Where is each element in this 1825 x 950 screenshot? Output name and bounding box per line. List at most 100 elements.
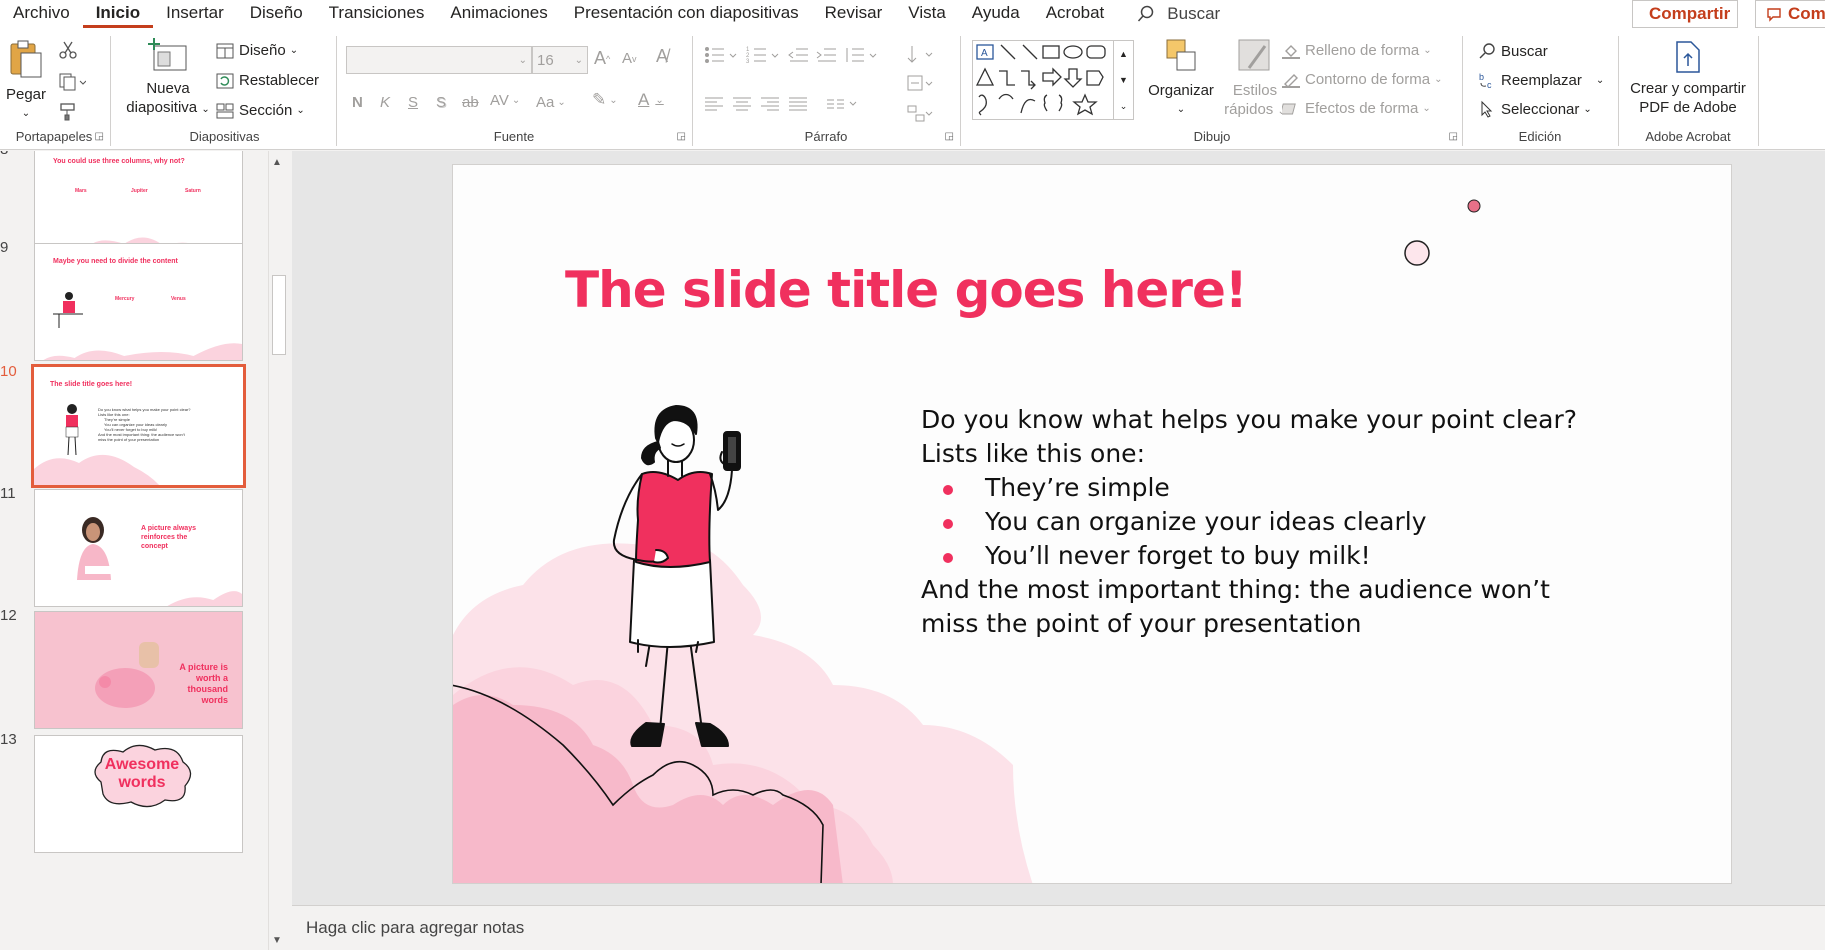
slide-thumbnail-10[interactable]: The slide title goes here! Do you know w… [31,364,246,488]
thumb-number: 13 [0,731,17,748]
drawing-group: A ▲▼⌄ Organizar ⌄ Estilos rápidos ⌄ [962,34,1462,146]
menu-file[interactable]: Archivo [0,0,83,28]
layout-icon [216,43,234,58]
font-size-select[interactable]: 16 ⌄ [532,46,588,74]
menu-view[interactable]: Vista [895,0,959,28]
slide-thumbnail-11[interactable]: A picture always reinforces the concept [34,489,243,607]
shrink-font-icon[interactable]: Av [622,50,637,67]
select-button[interactable]: Seleccionar ⌄ [1478,100,1592,118]
share-label: Compartir [1649,4,1731,23]
gallery-scroll[interactable]: ▲ ▼ ⌄ [1113,41,1133,119]
line-spacing-icon[interactable] [844,46,880,64]
arrange-label: Organizar [1148,82,1214,99]
align-center-icon[interactable] [732,96,752,112]
paste-button[interactable]: Pegar ⌄ [4,38,48,123]
copy-icon[interactable] [58,72,86,92]
align-left-icon[interactable] [704,96,724,112]
underline-button[interactable]: S [408,94,418,111]
shape-outline-button[interactable]: Contorno de forma ⌄ [1282,71,1442,88]
shape-fill-button[interactable]: Relleno de forma ⌄ [1282,42,1432,59]
paragraph-group: 123 Párrafo ◲ [694,34,958,146]
create-pdf-button[interactable]: Crear y compartir PDF de Adobe [1620,40,1756,117]
menu-bar: Archivo Inicio Insertar Diseño Transicio… [0,0,1825,28]
strikethrough-button[interactable]: ab [462,94,479,111]
font-color-icon[interactable]: A ⌄ [638,90,664,110]
font-label: Fuente [493,129,535,144]
char-spacing-button[interactable]: AV ⌄ [490,92,520,109]
align-text-icon[interactable] [906,74,936,94]
thumbnail-scrollbar[interactable]: ▲ ▼ [268,151,288,950]
acrobat-label: Adobe Acrobat [1645,129,1731,144]
text-direction-icon[interactable] [906,44,936,66]
font-name-select[interactable]: ⌄ [346,46,532,74]
find-button[interactable]: Buscar [1478,42,1548,60]
dialog-launcher-icon[interactable]: ◲ [95,131,104,142]
slide-canvas[interactable]: The slide title goes here! Do you know w… [452,164,1732,884]
decrease-indent-icon[interactable] [788,46,810,64]
slide-thumbnail-8[interactable]: You could use three columns, why not? Ma… [34,151,243,257]
columns-icon[interactable] [826,96,862,112]
numbering-icon[interactable]: 123 [746,46,782,64]
menu-transitions[interactable]: Transiciones [316,0,438,28]
cut-icon[interactable] [58,40,78,60]
menu-acrobat[interactable]: Acrobat [1033,0,1118,28]
scroll-thumb[interactable] [272,275,286,355]
thumb-title: A picture is worth a thousand words [179,662,228,706]
smartart-icon[interactable] [906,104,936,124]
find-label: Buscar [1501,42,1548,60]
dialog-launcher-icon[interactable]: ◲ [945,131,954,142]
thumbnail-pane: 8 You could use three columns, why not? … [0,151,290,950]
grow-font-icon[interactable]: A ^ [594,48,610,69]
bullets-icon[interactable] [704,46,740,64]
scroll-down-icon[interactable]: ▼ [272,935,282,946]
quick-styles-button[interactable]: Estilos rápidos ⌄ [1220,38,1290,121]
thumb-title-line: concept [141,543,168,550]
new-slide-button[interactable]: Nueva diapositiva ⌄ [118,38,218,119]
shadow-button[interactable]: S [436,94,446,111]
clear-format-icon[interactable]: A̸ [656,46,668,67]
layout-button[interactable]: Diseño ⌄ [216,42,298,59]
thumb-title: Maybe you need to divide the content [53,258,178,265]
effects-icon [1282,103,1296,114]
increase-indent-icon[interactable] [816,46,838,64]
menu-help[interactable]: Ayuda [959,0,1033,28]
dialog-launcher-icon[interactable]: ◲ [1449,131,1458,142]
pen-icon [1282,73,1300,88]
menu-design[interactable]: Diseño [237,0,316,28]
notes-pane[interactable]: Haga clic para agregar notas [292,905,1825,950]
slide-title[interactable]: The slide title goes here! [565,261,1248,319]
format-painter-icon[interactable] [58,102,78,122]
menu-insert[interactable]: Insertar [153,0,237,28]
chevron-down-icon: ⌄ [1595,74,1605,86]
slide-body[interactable]: Do you know what helps you make your poi… [921,403,1641,641]
thumb-number: 12 [0,607,17,624]
dialog-launcher-icon[interactable]: ◲ [677,131,686,142]
thumb-title: A picture always reinforces the concept [141,524,196,551]
replace-button[interactable]: bc Reemplazar ⌄ [1478,71,1605,90]
menu-review[interactable]: Revisar [812,0,896,28]
comments-button[interactable]: Comentarios [1755,0,1825,28]
menu-search[interactable]: Buscar [1137,4,1220,24]
reset-button[interactable]: Restablecer [216,72,319,89]
shapes-gallery[interactable]: A ▲ ▼ ⌄ [972,40,1134,120]
shape-effects-button[interactable]: Efectos de forma ⌄ [1282,100,1431,117]
justify-icon[interactable] [788,96,808,112]
menu-slideshow[interactable]: Presentación con diapositivas [561,0,812,28]
cloud-decoration [167,591,242,606]
slide-thumbnail-12[interactable]: A picture is worth a thousand words [34,611,243,729]
slide-thumbnail-9[interactable]: Maybe you need to divide the content Mer… [34,243,243,361]
change-case-button[interactable]: Aa ⌄ [536,94,566,111]
bold-button[interactable]: N [352,94,363,111]
slide-thumbnail-13[interactable]: Awesome words [34,735,243,853]
menu-animations[interactable]: Animaciones [437,0,560,28]
align-right-icon[interactable] [760,96,780,112]
share-button[interactable]: Compartir [1632,0,1738,28]
cloud-decoration [43,343,242,360]
menu-home[interactable]: Inicio [82,0,154,28]
scroll-up-icon[interactable]: ▲ [272,157,282,168]
section-button[interactable]: Sección ⌄ [216,102,305,119]
highlight-icon[interactable]: ✎ ⌄ [592,90,618,110]
shape-outline-label: Contorno de forma [1305,71,1431,88]
italic-button[interactable]: K [380,94,390,111]
arrange-button[interactable]: Organizar ⌄ [1144,38,1218,119]
